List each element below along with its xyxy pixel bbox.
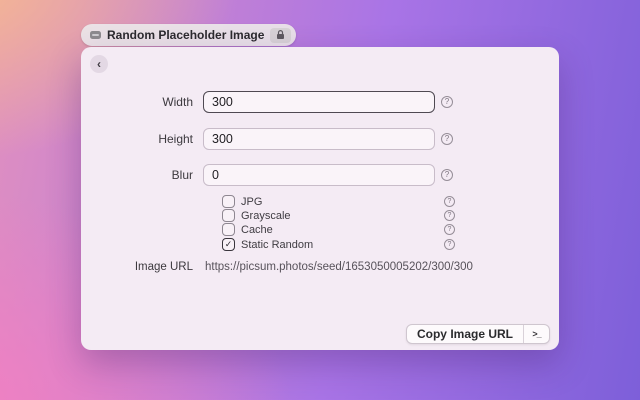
copy-image-url-button[interactable]: Copy Image URL: [407, 325, 523, 343]
checkbox-row-static-random: ✓ Static Random ?: [81, 238, 559, 251]
chevron-left-icon: ‹: [97, 58, 101, 70]
app-icon: [90, 31, 101, 39]
help-icon[interactable]: ?: [441, 169, 453, 181]
checkbox-grayscale[interactable]: [222, 209, 235, 222]
checkbox-row-jpg: JPG ?: [81, 195, 559, 208]
help-icon[interactable]: ?: [444, 239, 455, 250]
field-row-height: Height ?: [81, 128, 559, 150]
help-icon[interactable]: ?: [441, 133, 453, 145]
field-row-blur: Blur ?: [81, 164, 559, 186]
height-label: Height: [81, 128, 193, 150]
checkbox-jpg[interactable]: [222, 195, 235, 208]
help-icon[interactable]: ?: [444, 224, 455, 235]
checkbox-grayscale-label: Grayscale: [241, 209, 291, 222]
checkbox-static-random-label: Static Random: [241, 238, 313, 251]
blur-input[interactable]: [203, 164, 435, 186]
image-url-value: https://picsum.photos/seed/1653050005202…: [205, 260, 473, 274]
field-row-width: Width ?: [81, 91, 559, 113]
help-icon[interactable]: ?: [441, 96, 453, 108]
checkbox-jpg-label: JPG: [241, 195, 262, 208]
help-icon[interactable]: ?: [444, 196, 455, 207]
image-url-row: Image URL https://picsum.photos/seed/165…: [81, 260, 559, 274]
app-window: ‹ Width ? Height ? Blur ? JPG ? Grayscal…: [81, 47, 559, 350]
checkbox-static-random[interactable]: ✓: [222, 238, 235, 251]
width-label: Width: [81, 91, 193, 113]
window-title: Random Placeholder Image: [107, 28, 264, 42]
terminal-icon: >_: [532, 329, 540, 339]
width-input[interactable]: [203, 91, 435, 113]
image-url-label: Image URL: [81, 260, 193, 274]
lock-icon: [276, 30, 285, 40]
help-icon[interactable]: ?: [444, 210, 455, 221]
blur-label: Blur: [81, 164, 193, 186]
back-button[interactable]: ‹: [90, 55, 108, 73]
height-input[interactable]: [203, 128, 435, 150]
window-title-pill[interactable]: Random Placeholder Image: [81, 24, 296, 46]
checkbox-row-cache: Cache ?: [81, 223, 559, 236]
checkmark-icon: ✓: [225, 240, 233, 249]
lock-badge[interactable]: [270, 28, 291, 43]
copy-url-button-group: Copy Image URL >_: [406, 324, 550, 344]
checkbox-cache-label: Cache: [241, 223, 273, 236]
checkbox-row-grayscale: Grayscale ?: [81, 209, 559, 222]
checkbox-cache[interactable]: [222, 223, 235, 236]
terminal-button[interactable]: >_: [523, 325, 549, 343]
